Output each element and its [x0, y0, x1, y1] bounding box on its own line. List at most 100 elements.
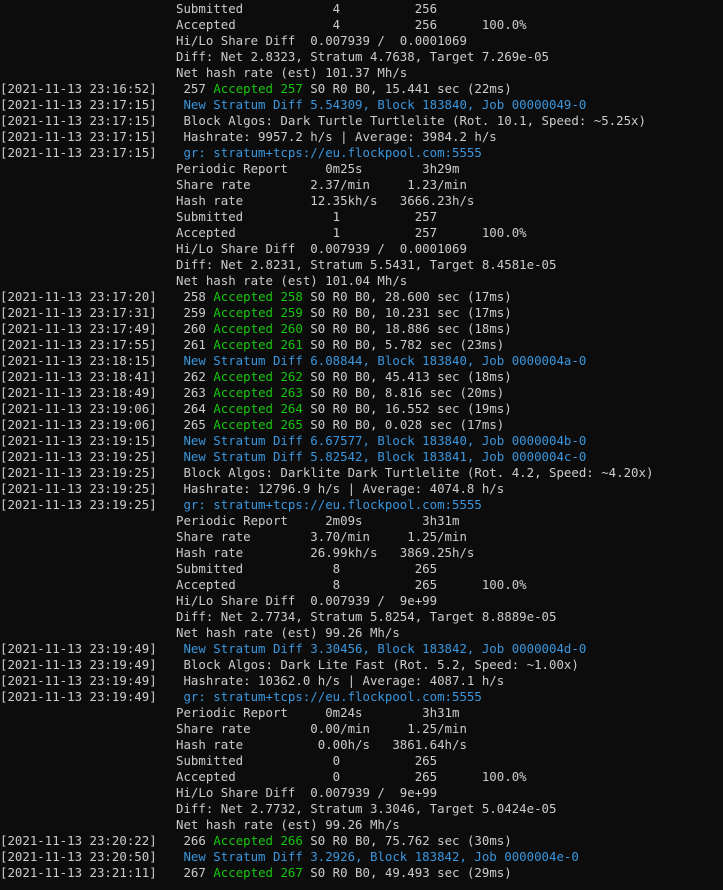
log-text: S0 R0 B0, 15.441 sec (22ms): [302, 81, 512, 96]
log-text: Net hash rate (est) 101.37 Mh/s: [176, 65, 408, 80]
log-line: Periodic Report 2m09s 3h31m: [0, 513, 723, 529]
log-line: [2021-11-13 23:20:22] 266 Accepted 266 S…: [0, 833, 723, 849]
log-text: S0 R0 B0, 28.600 sec (17ms): [302, 289, 512, 304]
log-line: Diff: Net 2.7732, Stratum 3.3046, Target…: [0, 801, 723, 817]
log-line: Share rate 2.37/min 1.23/min: [0, 177, 723, 193]
log-text: 264: [176, 401, 214, 416]
log-text: 266: [176, 833, 214, 848]
stratum-text: New Stratum Diff 3.30456, Block 183842, …: [176, 641, 587, 656]
log-text: Accepted 1 257 100.0%: [176, 225, 527, 240]
log-line: [2021-11-13 23:19:25] Hashrate: 12796.9 …: [0, 481, 723, 497]
log-line: [2021-11-13 23:17:55] 261 Accepted 261 S…: [0, 337, 723, 353]
log-timestamp: [2021-11-13 23:19:49]: [0, 689, 157, 704]
log-text: 261: [176, 337, 214, 352]
log-text: S0 R0 B0, 0.028 sec (17ms): [302, 417, 505, 432]
log-line: [2021-11-13 23:18:49] 263 Accepted 263 S…: [0, 385, 723, 401]
log-text: Submitted 0 265: [176, 753, 438, 768]
log-line: [2021-11-13 23:19:49] Hashrate: 10362.0 …: [0, 673, 723, 689]
stratum-text: gr: stratum+tcps://eu.flockpool.com:5555: [176, 689, 482, 704]
log-line: [2021-11-13 23:19:49] Block Algos: Dark …: [0, 657, 723, 673]
log-line: Hi/Lo Share Diff 0.007939 / 9e+99: [0, 593, 723, 609]
log-text: S0 R0 B0, 45.413 sec (18ms): [302, 369, 512, 384]
log-timestamp: [2021-11-13 23:19:49]: [0, 673, 157, 688]
log-text: Share rate 3.70/min 1.25/min: [176, 529, 467, 544]
log-timestamp: [2021-11-13 23:17:20]: [0, 289, 157, 304]
log-text: Accepted 0 265 100.0%: [176, 769, 527, 784]
log-line: Net hash rate (est) 99.26 Mh/s: [0, 625, 723, 641]
log-text: Periodic Report 0m24s 3h31m: [176, 705, 460, 720]
log-line: [2021-11-13 23:19:25] New Stratum Diff 5…: [0, 449, 723, 465]
accepted-text: Accepted 264: [213, 401, 303, 416]
log-line: Submitted 4 256: [0, 1, 723, 17]
log-text: Periodic Report 2m09s 3h31m: [176, 513, 460, 528]
log-line: Net hash rate (est) 99.26 Mh/s: [0, 817, 723, 833]
log-line: [2021-11-13 23:16:52] 257 Accepted 257 S…: [0, 81, 723, 97]
log-line: Hi/Lo Share Diff 0.007939 / 9e+99: [0, 785, 723, 801]
log-text: Submitted 8 265: [176, 561, 438, 576]
log-timestamp: [2021-11-13 23:19:15]: [0, 433, 157, 448]
log-text: Net hash rate (est) 101.04 Mh/s: [176, 273, 408, 288]
log-line: Accepted 1 257 100.0%: [0, 225, 723, 241]
log-line: Diff: Net 2.8323, Stratum 4.7638, Target…: [0, 49, 723, 65]
log-text: Hashrate: 9957.2 h/s | Average: 3984.2 h…: [176, 129, 497, 144]
log-timestamp: [2021-11-13 23:17:15]: [0, 97, 157, 112]
log-timestamp: [2021-11-13 23:17:31]: [0, 305, 157, 320]
log-line: Periodic Report 0m25s 3h29m: [0, 161, 723, 177]
accepted-text: Accepted 258: [213, 289, 303, 304]
log-text: Hashrate: 12796.9 h/s | Average: 4074.8 …: [176, 481, 505, 496]
log-line: [2021-11-13 23:19:49] gr: stratum+tcps:/…: [0, 689, 723, 705]
log-text: Hi/Lo Share Diff 0.007939 / 9e+99: [176, 593, 438, 608]
log-text: Diff: Net 2.8323, Stratum 4.7638, Target…: [176, 49, 549, 64]
log-text: S0 R0 B0, 5.782 sec (23ms): [302, 337, 505, 352]
log-text: Accepted 4 256 100.0%: [176, 17, 527, 32]
log-line: [2021-11-13 23:19:49] New Stratum Diff 3…: [0, 641, 723, 657]
log-line: Hash rate 12.35kh/s 3666.23h/s: [0, 193, 723, 209]
stratum-text: gr: stratum+tcps://eu.flockpool.com:5555: [176, 497, 482, 512]
accepted-text: Accepted 262: [213, 369, 303, 384]
log-text: 257: [176, 81, 214, 96]
log-text: Hash rate 26.99kh/s 3869.25h/s: [176, 545, 475, 560]
log-line: [2021-11-13 23:19:25] gr: stratum+tcps:/…: [0, 497, 723, 513]
log-timestamp: [2021-11-13 23:16:52]: [0, 81, 157, 96]
log-line: Share rate 3.70/min 1.25/min: [0, 529, 723, 545]
log-line: Diff: Net 2.8231, Stratum 5.5431, Target…: [0, 257, 723, 273]
log-line: Accepted 8 265 100.0%: [0, 577, 723, 593]
log-timestamp: [2021-11-13 23:19:06]: [0, 417, 157, 432]
accepted-text: Accepted 263: [213, 385, 303, 400]
log-line: Net hash rate (est) 101.04 Mh/s: [0, 273, 723, 289]
log-timestamp: [2021-11-13 23:18:41]: [0, 369, 157, 384]
log-line: Accepted 0 265 100.0%: [0, 769, 723, 785]
log-text: Share rate 0.00/min 1.25/min: [176, 721, 467, 736]
log-line: Submitted 8 265: [0, 561, 723, 577]
log-text: Block Algos: Dark Lite Fast (Rot. 5.2, S…: [176, 657, 579, 672]
log-line: Net hash rate (est) 101.37 Mh/s: [0, 65, 723, 81]
log-line: Hi/Lo Share Diff 0.007939 / 0.0001069: [0, 33, 723, 49]
log-text: Hi/Lo Share Diff 0.007939 / 9e+99: [176, 785, 438, 800]
log-text: Hi/Lo Share Diff 0.007939 / 0.0001069: [176, 33, 467, 48]
log-text: Hash rate 12.35kh/s 3666.23h/s: [176, 193, 475, 208]
log-timestamp: [2021-11-13 23:19:49]: [0, 657, 157, 672]
log-text: S0 R0 B0, 16.552 sec (19ms): [302, 401, 512, 416]
log-line: Submitted 0 265: [0, 753, 723, 769]
log-text: Submitted 1 257: [176, 209, 438, 224]
log-line: [2021-11-13 23:19:06] 265 Accepted 265 S…: [0, 417, 723, 433]
log-text: 265: [176, 417, 214, 432]
stratum-text: gr: stratum+tcps://eu.flockpool.com:5555: [176, 145, 482, 160]
log-text: Block Algos: Darklite Dark Turtlelite (R…: [176, 465, 654, 480]
log-line: [2021-11-13 23:19:06] 264 Accepted 264 S…: [0, 401, 723, 417]
log-line: [2021-11-13 23:17:20] 258 Accepted 258 S…: [0, 289, 723, 305]
log-line: Accepted 4 256 100.0%: [0, 17, 723, 33]
log-line: [2021-11-13 23:20:50] New Stratum Diff 3…: [0, 849, 723, 865]
log-text: Net hash rate (est) 99.26 Mh/s: [176, 817, 400, 832]
log-text: Hashrate: 10362.0 h/s | Average: 4087.1 …: [176, 673, 505, 688]
stratum-text: New Stratum Diff 5.82542, Block 183841, …: [176, 449, 587, 464]
log-line: Hash rate 0.00h/s 3861.64h/s: [0, 737, 723, 753]
log-line: [2021-11-13 23:17:31] 259 Accepted 259 S…: [0, 305, 723, 321]
log-timestamp: [2021-11-13 23:19:25]: [0, 497, 157, 512]
stratum-text: New Stratum Diff 5.54309, Block 183840, …: [176, 97, 587, 112]
terminal-output[interactable]: Submitted 4 256 Accepted 4 256 100.0% Hi/L…: [0, 0, 723, 890]
log-line: [2021-11-13 23:17:15] Hashrate: 9957.2 h…: [0, 129, 723, 145]
log-text: 263: [176, 385, 214, 400]
log-line: [2021-11-13 23:17:15] gr: stratum+tcps:/…: [0, 145, 723, 161]
log-text: Hash rate 0.00h/s 3861.64h/s: [176, 737, 467, 752]
